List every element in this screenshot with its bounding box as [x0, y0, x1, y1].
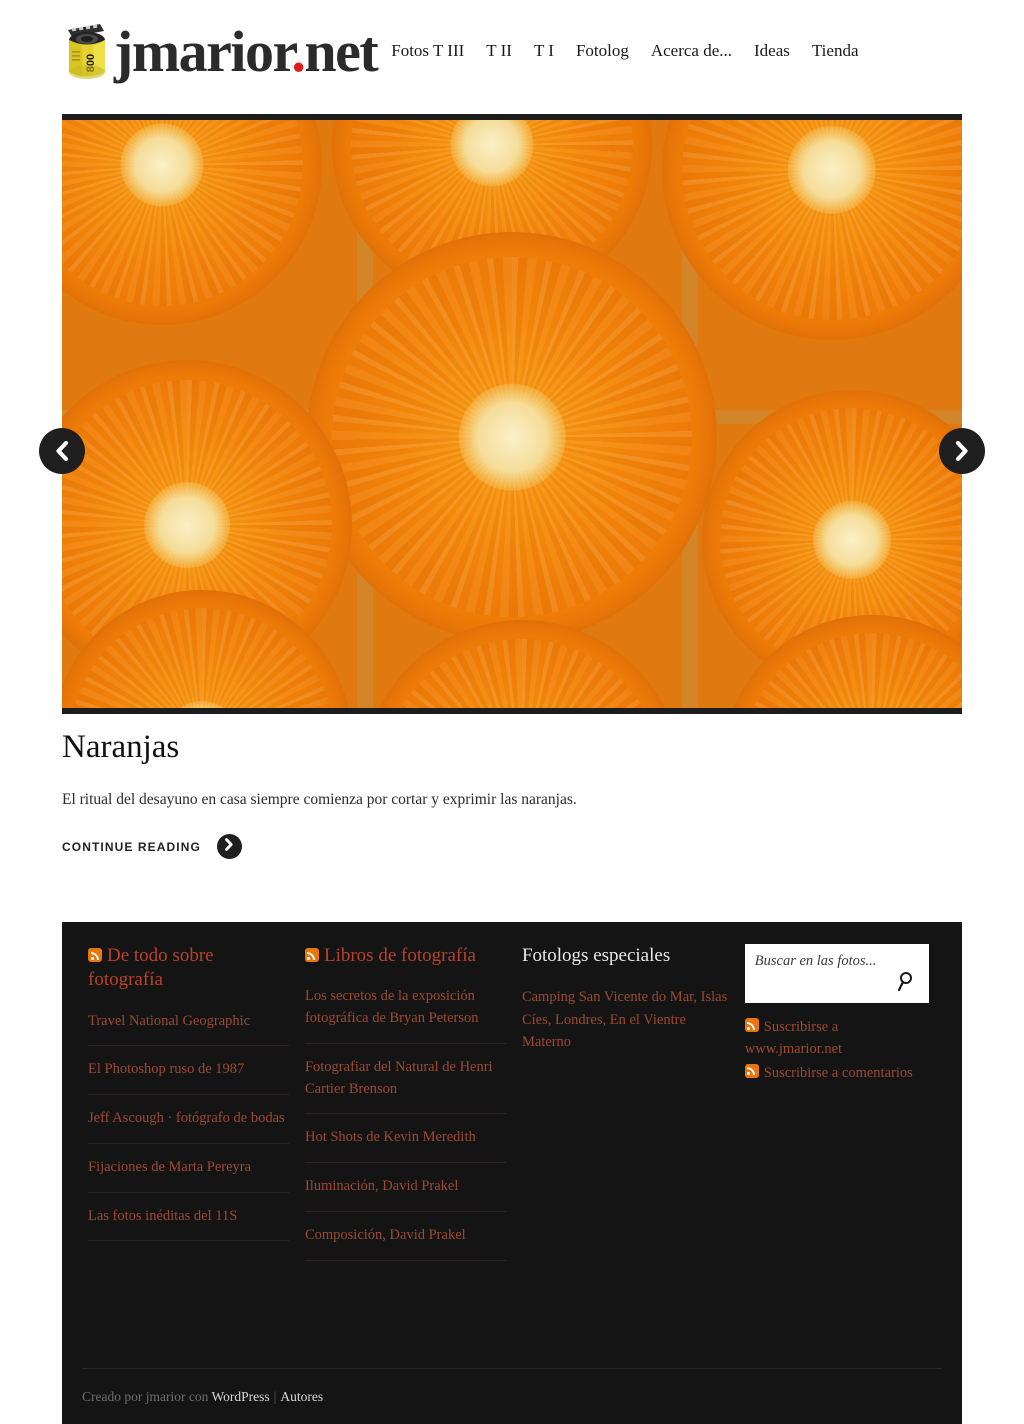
- fotologs-link-list: Camping San Vicente do Mar, Islas Cíes, …: [522, 986, 729, 1053]
- authors-link[interactable]: Autores: [280, 1389, 323, 1404]
- site-title-tld: net: [304, 19, 378, 84]
- feed-item-list: Travel National Geographic El Photoshop …: [88, 1011, 289, 1242]
- widget-title-text: De todo sobre fotografía: [88, 945, 214, 991]
- widget-title: Fotologs especiales: [521, 945, 671, 966]
- list-item[interactable]: Las fotos inéditas del 11S: [88, 1206, 289, 1242]
- subscribe-list: Suscribirse a www.jmarior.net Suscribirs…: [744, 1017, 936, 1085]
- credit-line: Creado por jmarior con WordPress | Autores: [82, 1389, 323, 1405]
- footer-widget-search-subscribe: Suscribirse a www.jmarior.net Suscribirs…: [737, 944, 944, 1274]
- footer-widget-libros-de-fotografia: Libros de fotografía Los secretos de la …: [297, 944, 514, 1274]
- list-item[interactable]: Composición, David Prakel: [304, 1225, 506, 1261]
- list-item[interactable]: Los secretos de la exposición fotográfic…: [304, 986, 506, 1044]
- feed-link[interactable]: Fijaciones de Marta Pereyra: [88, 1157, 289, 1179]
- slider-next-button[interactable]: [939, 428, 985, 474]
- footer-widget-fotologs-especiales: Fotologs especiales Camping San Vicente …: [514, 944, 737, 1274]
- feed-link[interactable]: Las fotos inéditas del 11S: [88, 1206, 289, 1228]
- list-item[interactable]: Jeff Ascough · fotógrafo de bodas: [88, 1108, 289, 1144]
- search-icon: [896, 972, 914, 996]
- credit-separator: |: [273, 1388, 277, 1404]
- branding: 800 jmarior.net Fotos T III T II T I Fot…: [60, 21, 859, 83]
- page-root: 800 jmarior.net Fotos T III T II T I Fot…: [0, 0, 1024, 1424]
- list-item[interactable]: El Photoshop ruso de 1987: [88, 1059, 289, 1096]
- list-item[interactable]: Suscribirse a www.jmarior.net: [744, 1017, 936, 1061]
- footer-widget-area: De todo sobre fotografía Travel National…: [62, 922, 962, 1274]
- list-item[interactable]: Hot Shots de Kevin Meredith: [304, 1127, 506, 1164]
- rss-icon: [744, 1018, 759, 1032]
- orange-slice: [362, 620, 682, 708]
- continue-reading-label[interactable]: CONTINUE READING: [62, 840, 201, 854]
- orange-slice: [62, 120, 322, 325]
- list-item[interactable]: Fijaciones de Marta Pereyra: [88, 1157, 289, 1193]
- search-button[interactable]: [895, 971, 915, 995]
- footer-widget-de-todo-sobre-fotografia: De todo sobre fotografía Travel National…: [80, 944, 297, 1274]
- site-title-main: jmarior: [114, 19, 293, 84]
- list-item[interactable]: Travel National Geographic: [88, 1011, 289, 1047]
- fotolog-link[interactable]: Camping San Vicente do Mar: [522, 989, 693, 1005]
- rss-icon: [304, 948, 319, 962]
- widget-title: De todo sobre fotografía: [88, 944, 289, 993]
- main-navigation: Fotos T III T II T I Fotolog Acerca de..…: [391, 41, 858, 63]
- nav-item-tienda[interactable]: Tienda: [812, 41, 859, 61]
- nav-item-ideas[interactable]: Ideas: [754, 41, 790, 61]
- feed-link[interactable]: Los secretos de la exposición fotográfic…: [305, 986, 506, 1030]
- nav-item-fotos-t-iii[interactable]: Fotos T III: [391, 41, 464, 61]
- site-footer: De todo sobre fotografía Travel National…: [62, 922, 962, 1424]
- feed-link[interactable]: Composición, David Prakel: [305, 1225, 506, 1247]
- entry-title[interactable]: Naranjas: [62, 728, 842, 768]
- chevron-right-icon: [224, 837, 234, 856]
- featured-entry: Naranjas El ritual del desayuno en casa …: [62, 728, 842, 860]
- slider-image-oranges: [62, 120, 962, 708]
- subscribe-site-link[interactable]: Suscribirse a www.jmarior.net: [745, 1019, 842, 1057]
- credit-prefix: Creado por jmarior con: [82, 1388, 209, 1404]
- nav-item-t-i[interactable]: T I: [534, 41, 554, 61]
- orange-slice: [662, 120, 962, 340]
- featured-slider: [62, 114, 962, 714]
- slider-bottom-bar: [62, 708, 962, 714]
- site-title[interactable]: jmarior.net: [114, 23, 379, 81]
- feed-link[interactable]: Hot Shots de Kevin Meredith: [305, 1127, 506, 1149]
- rss-icon: [88, 948, 102, 962]
- fotolog-link[interactable]: Londres: [555, 1012, 603, 1028]
- subscribe-comments-link[interactable]: Suscribirse a comentarios: [764, 1065, 913, 1081]
- chevron-right-icon: [954, 441, 970, 461]
- site-header: 800 jmarior.net Fotos T III T II T I Fot…: [0, 0, 1024, 104]
- film-canister-icon: 800: [60, 21, 112, 83]
- continue-reading-arrow-button[interactable]: [216, 834, 242, 860]
- widget-title-text: Libros de fotografía: [323, 945, 476, 966]
- nav-item-fotolog[interactable]: Fotolog: [576, 41, 629, 61]
- footer-bottom-bar: Creado por jmarior con WordPress | Autores: [82, 1368, 942, 1424]
- search-input[interactable]: [754, 953, 919, 970]
- site-title-dot: .: [291, 19, 306, 84]
- chevron-left-icon: [54, 441, 70, 461]
- list-item[interactable]: Suscribirse a comentarios: [744, 1063, 936, 1085]
- nav-item-t-ii[interactable]: T II: [486, 41, 512, 61]
- separator: ,: [602, 1011, 610, 1028]
- widget-title: Libros de fotografía: [304, 944, 506, 968]
- list-item[interactable]: Iluminación, David Prakel: [304, 1176, 506, 1212]
- nav-item-acerca-de[interactable]: Acerca de...: [651, 41, 732, 61]
- separator: ,: [693, 989, 701, 1006]
- search-box[interactable]: [744, 944, 929, 1003]
- orange-slice-center: [307, 232, 717, 642]
- wordpress-link[interactable]: WordPress: [211, 1389, 269, 1404]
- feed-link[interactable]: Iluminación, David Prakel: [305, 1176, 506, 1198]
- separator: ,: [547, 1011, 555, 1028]
- feed-link[interactable]: Travel National Geographic: [88, 1011, 289, 1033]
- rss-icon: [744, 1063, 759, 1078]
- feed-item-list: Los secretos de la exposición fotográfic…: [304, 986, 506, 1261]
- entry-excerpt: El ritual del desayuno en casa siempre c…: [62, 790, 577, 808]
- feed-link[interactable]: Fotografiar del Natural de Henri Cartier…: [305, 1057, 506, 1101]
- feed-link[interactable]: Jeff Ascough · fotógrafo de bodas: [88, 1108, 289, 1130]
- feed-link[interactable]: El Photoshop ruso de 1987: [88, 1059, 289, 1081]
- list-item[interactable]: Fotografiar del Natural de Henri Cartier…: [304, 1057, 506, 1115]
- slider-prev-button[interactable]: [39, 428, 85, 474]
- continue-reading-link[interactable]: CONTINUE READING: [62, 834, 842, 860]
